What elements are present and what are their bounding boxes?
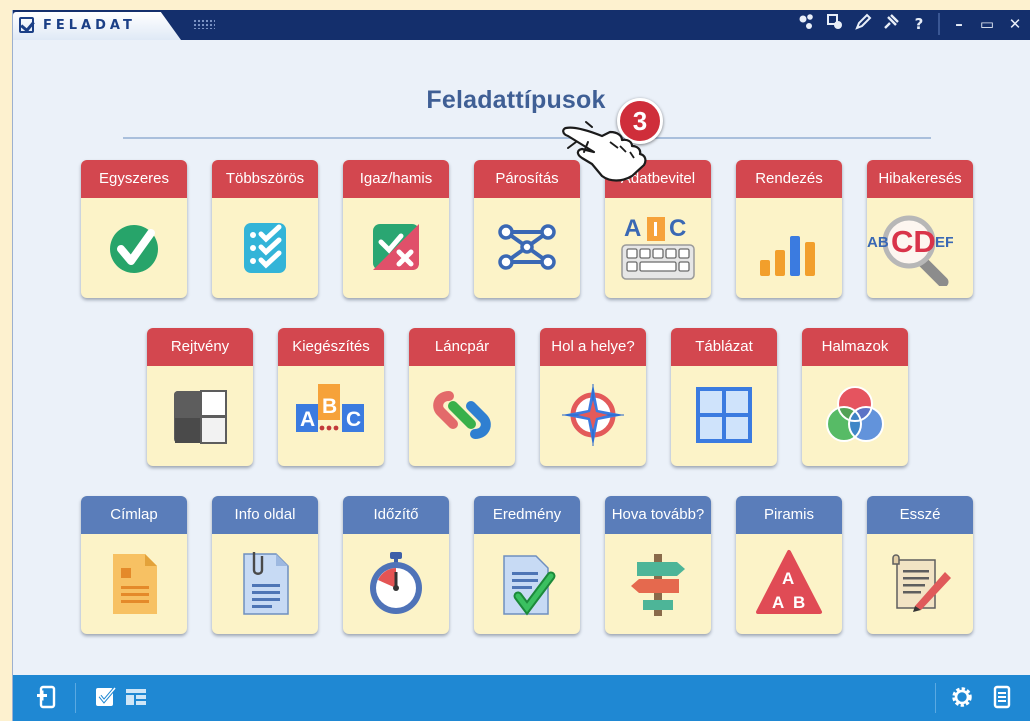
task-type-card[interactable]: Időzítő <box>343 496 449 634</box>
svg-text:CD: CD <box>891 224 936 259</box>
task-type-label: Hova tovább? <box>605 496 711 534</box>
titlebar-separator <box>938 13 940 35</box>
bottom-toolbar <box>13 675 1030 721</box>
bar-sorting-icon <box>754 212 824 282</box>
task-type-card[interactable]: Halmazok <box>802 328 908 466</box>
task-type-card[interactable]: Igaz/hamis <box>343 160 449 298</box>
task-type-label: Hibakeresés <box>867 160 973 198</box>
titlebar-actions: ? – ▭ ✕ <box>796 13 1026 35</box>
pencil-icon[interactable] <box>852 13 874 35</box>
task-type-label: Időzítő <box>343 496 449 534</box>
title-bar: FELADAT ? – ▭ ✕ <box>13 10 1030 40</box>
signpost-icon <box>623 548 693 618</box>
svg-text:AB: AB <box>867 234 889 251</box>
task-type-card[interactable]: Kiegészítés B A C <box>278 328 384 466</box>
task-type-card[interactable]: Rendezés <box>736 160 842 298</box>
gear-icon[interactable] <box>949 684 975 710</box>
table-grid-icon <box>689 380 759 450</box>
task-type-card[interactable]: Esszé <box>867 496 973 634</box>
true-false-icon <box>361 212 431 282</box>
magnifier-abcdef-icon: AB CD EF <box>867 206 973 288</box>
toolbar-separator <box>935 683 936 713</box>
title-divider <box>123 137 931 139</box>
task-type-label: Igaz/hamis <box>343 160 449 198</box>
page-title: Feladattípusok <box>426 86 606 114</box>
keyboard-abc-icon: AC <box>618 212 695 282</box>
task-type-label: Táblázat <box>671 328 777 366</box>
task-type-label: Hol a helye? <box>540 328 646 366</box>
task-type-card[interactable]: Táblázat <box>671 328 777 466</box>
task-type-card[interactable]: Eredmény <box>474 496 580 634</box>
info-page-clip-icon <box>230 548 300 618</box>
abc-blocks-icon: BA C <box>291 380 364 450</box>
pointing-hand-icon <box>562 121 647 182</box>
app-title: FELADAT <box>43 18 136 33</box>
pin-icon[interactable] <box>880 13 902 35</box>
close-icon[interactable]: ✕ <box>1004 13 1026 35</box>
task-type-label: Rejtvény <box>147 328 253 366</box>
app-window: FELADAT ? – ▭ ✕ Feladattípusok Egyszeres Töb… <box>12 10 1030 721</box>
task-type-card[interactable]: Rejtvény <box>147 328 253 466</box>
minimize-icon[interactable]: – <box>948 13 970 35</box>
task-type-card[interactable]: Hibakeresés AB CD EF <box>867 160 973 298</box>
task-type-card[interactable]: Hova tovább? <box>605 496 711 634</box>
svg-text:A: A <box>300 408 315 431</box>
share-icon[interactable] <box>796 13 818 35</box>
result-check-icon <box>492 548 562 618</box>
svg-text:C: C <box>669 215 686 242</box>
venn-diagram-icon <box>820 380 890 450</box>
help-icon[interactable]: ? <box>908 13 930 35</box>
task-type-card[interactable]: Láncpár <box>409 328 515 466</box>
task-type-label: Piramis <box>736 496 842 534</box>
task-type-card[interactable]: Címlap <box>81 496 187 634</box>
stopwatch-icon <box>361 548 431 618</box>
svg-text:A: A <box>772 593 784 612</box>
toolbar-separator <box>75 683 76 713</box>
task-type-label: Láncpár <box>409 328 515 366</box>
chain-link-icon <box>427 380 497 450</box>
svg-text:A: A <box>624 215 641 242</box>
layout-icon[interactable] <box>123 684 149 710</box>
maximize-icon[interactable]: ▭ <box>976 13 998 35</box>
task-type-card[interactable]: Egyszeres <box>81 160 187 298</box>
task-check-icon[interactable] <box>93 684 119 710</box>
task-type-card[interactable]: Hol a helye? <box>540 328 646 466</box>
task-type-label: Info oldal <box>212 496 318 534</box>
add-page-icon[interactable] <box>35 684 61 710</box>
task-type-label: Kiegészítés <box>278 328 384 366</box>
task-type-card[interactable]: Piramis A A B <box>736 496 842 634</box>
app-logo-icon <box>19 17 34 33</box>
task-type-label: Esszé <box>867 496 973 534</box>
svg-text:B: B <box>322 395 337 418</box>
svg-text:A: A <box>782 569 794 588</box>
svg-text:B: B <box>793 593 805 612</box>
svg-text:EF: EF <box>935 234 953 251</box>
task-type-label: Többszörös <box>212 160 318 198</box>
puzzle-grid-icon <box>165 380 235 450</box>
task-type-card[interactable]: Többszörös <box>212 160 318 298</box>
task-type-label: Rendezés <box>736 160 842 198</box>
task-type-card[interactable]: Info oldal <box>212 496 318 634</box>
pyramid-abab-icon: AAB <box>754 548 824 618</box>
single-choice-check-icon <box>99 212 169 282</box>
scroll-quill-icon <box>885 548 955 618</box>
cover-document-icon <box>99 548 169 618</box>
task-type-label: Halmazok <box>802 328 908 366</box>
svg-text:C: C <box>346 408 361 431</box>
compass-rose-icon <box>558 380 628 450</box>
task-type-label: Címlap <box>81 496 187 534</box>
grip-dots-icon[interactable] <box>193 19 215 29</box>
task-type-label: Egyszeres <box>81 160 187 198</box>
task-type-label: Eredmény <box>474 496 580 534</box>
list-icon[interactable] <box>989 684 1015 710</box>
multiple-choice-checklist-icon <box>230 212 300 282</box>
matching-network-icon <box>492 212 562 282</box>
people-swap-icon[interactable] <box>824 13 846 35</box>
title-tab[interactable]: FELADAT <box>13 12 181 40</box>
